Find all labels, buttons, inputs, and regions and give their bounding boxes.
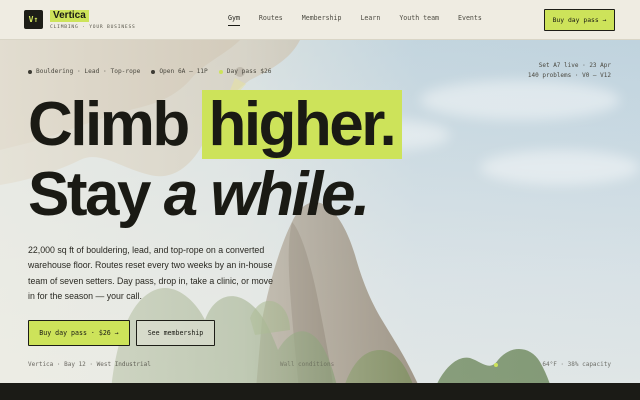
disciplines-text: Bouldering · Lead · Top-rope — [36, 68, 141, 75]
nav-item-membership[interactable]: Membership — [302, 14, 342, 22]
day-pass-info: Day pass $26 — [218, 68, 272, 75]
brand-name: Vertica — [50, 9, 89, 22]
headline-climb: Climb — [28, 90, 203, 159]
nav-item-routes[interactable]: Routes — [259, 14, 283, 22]
capacity-text: 64°F · 38% capacity — [542, 361, 611, 368]
wall-conditions-text: Wall conditions — [280, 361, 335, 368]
headline-line-1: Climb higher. — [28, 90, 403, 160]
capacity-status: 64°F · 38% capacity — [494, 361, 611, 368]
problems-count-text: 140 problems · V0 – V12 — [527, 71, 611, 79]
site-header: V↑ Vertica CLIMBING · YOUR BUSINESS Gym … — [0, 0, 640, 40]
hero-description: 22,000 sq ft of bouldering, lead, and to… — [28, 245, 273, 301]
hours-info: Open 6A – 11P — [151, 68, 208, 75]
bullet-icon — [151, 69, 156, 74]
headline-higher: higher. — [202, 90, 403, 159]
buy-day-pass-button[interactable]: Buy day pass · $26 → — [28, 320, 130, 346]
bottom-bar — [0, 383, 640, 400]
gym-info-strip: Bouldering · Lead · Top-rope Open 6A – 1… — [28, 68, 282, 75]
see-membership-button[interactable]: See membership — [136, 320, 215, 346]
buy-day-pass-header-button[interactable]: Buy day pass → — [544, 9, 615, 31]
nav-item-events[interactable]: Events — [458, 14, 482, 22]
nav-item-gym[interactable]: Gym — [228, 14, 240, 26]
nav-item-youth-team[interactable]: Youth team — [399, 14, 439, 22]
nav-item-learn[interactable]: Learn — [360, 14, 380, 22]
brand[interactable]: Vertica CLIMBING · YOUR BUSINESS — [50, 9, 136, 30]
headline-a-while: a while. — [163, 160, 370, 229]
brand-tagline: CLIMBING · YOUR BUSINESS — [50, 24, 136, 30]
hours-text: Open 6A – 11P — [159, 68, 208, 75]
bullet-icon — [28, 69, 32, 74]
disciplines-info: Bouldering · Lead · Top-rope — [28, 68, 140, 75]
hero-headline: Climb higher. Stay a while. — [28, 90, 403, 230]
bullet-icon — [494, 362, 499, 367]
headline-line-2: Stay a while. — [28, 160, 402, 230]
day-pass-text: Day pass $26 — [226, 68, 272, 75]
logo-icon[interactable]: V↑ — [24, 10, 43, 29]
main-nav: Gym Routes Membership Learn Youth team E… — [228, 14, 501, 26]
set-status-text: Set A7 live · 23 Apr — [538, 62, 611, 69]
location-text: Vertica · Bay 12 · West Industrial — [28, 361, 151, 368]
headline-stay: Stay — [28, 160, 164, 229]
bullet-icon — [218, 69, 223, 74]
route-set-status: Set A7 live · 23 Apr 140 problems · V0 –… — [528, 61, 611, 80]
